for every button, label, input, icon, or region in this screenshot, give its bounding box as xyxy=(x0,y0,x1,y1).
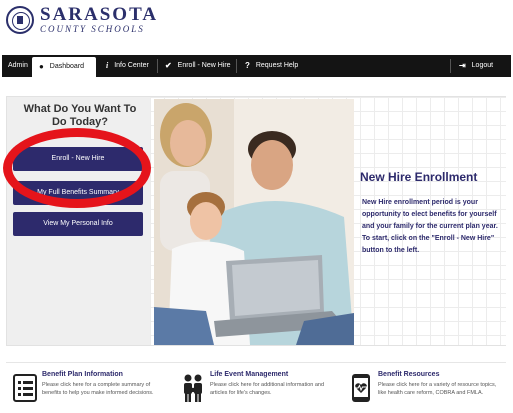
nav-request-help[interactable]: ? Request Help xyxy=(245,55,298,77)
nav-divider xyxy=(450,59,451,73)
hero-description: New Hire enrollment period is your oppor… xyxy=(362,199,498,254)
card-title: Life Event Management xyxy=(210,371,289,378)
info-i-icon: i xyxy=(106,61,109,70)
nav-request-help-label: Request Help xyxy=(255,62,299,69)
nav-enroll-label: Enroll - New Hire xyxy=(177,62,231,69)
nav-dashboard[interactable]: ● Dashboard xyxy=(32,57,96,77)
top-nav-bar: Admin ● Dashboard i Info Center ✔ Enroll… xyxy=(2,55,511,77)
card-life-event-management[interactable]: Life Event Management Please click here … xyxy=(180,369,340,413)
help-circle-icon: ? xyxy=(245,61,250,70)
sidebar-question: What Do You Want To Do Today? xyxy=(23,103,137,128)
school-seal-logo xyxy=(6,6,34,34)
card-title: Benefit Resources xyxy=(378,371,440,378)
nav-logout-label: Logout xyxy=(471,62,494,69)
card-benefit-resources[interactable]: Benefit Resources Please click here for … xyxy=(348,369,504,413)
nav-info-center[interactable]: i Info Center xyxy=(106,55,149,77)
nav-logout[interactable]: ⇥ Logout xyxy=(459,55,493,77)
nav-info-center-label: Info Center xyxy=(114,62,149,69)
nav-admin[interactable]: Admin xyxy=(8,55,28,77)
nav-divider xyxy=(236,59,237,73)
site-header: SARASOTA COUNTY SCHOOLS xyxy=(0,0,513,52)
card-description: Please click here for a variety of resou… xyxy=(378,382,497,396)
view-personal-info-button[interactable]: View My Personal Info xyxy=(13,212,143,236)
card-description: Please click here for a complete summary… xyxy=(42,382,154,396)
nav-admin-label: Admin xyxy=(8,62,28,69)
logout-icon: ⇥ xyxy=(459,61,466,70)
card-benefit-plan-information[interactable]: Benefit Plan Information Please click he… xyxy=(12,369,172,413)
checkmark-icon: ✔ xyxy=(165,61,172,70)
nav-divider xyxy=(157,59,158,73)
nav-dashboard-label: Dashboard xyxy=(49,63,85,70)
family-icon xyxy=(180,373,206,403)
highlight-circle-annotation xyxy=(3,128,151,208)
family-laptop-photo xyxy=(154,99,354,345)
logo-subtitle: COUNTY SCHOOLS xyxy=(40,24,145,34)
document-list-icon xyxy=(12,373,38,403)
phone-heart-icon xyxy=(348,373,374,403)
hero-banner: New Hire Enrollment New Hire enrollment … xyxy=(150,97,506,345)
card-description: Please click here for additional informa… xyxy=(210,382,325,396)
hero-title: New Hire Enrollment xyxy=(360,170,478,184)
nav-enroll-new-hire[interactable]: ✔ Enroll - New Hire xyxy=(165,55,231,77)
logo-title: SARASOTA xyxy=(40,4,159,25)
resource-cards: Benefit Plan Information Please click he… xyxy=(6,362,506,413)
card-title: Benefit Plan Information xyxy=(42,371,123,378)
info-circle-icon: ● xyxy=(39,62,44,71)
